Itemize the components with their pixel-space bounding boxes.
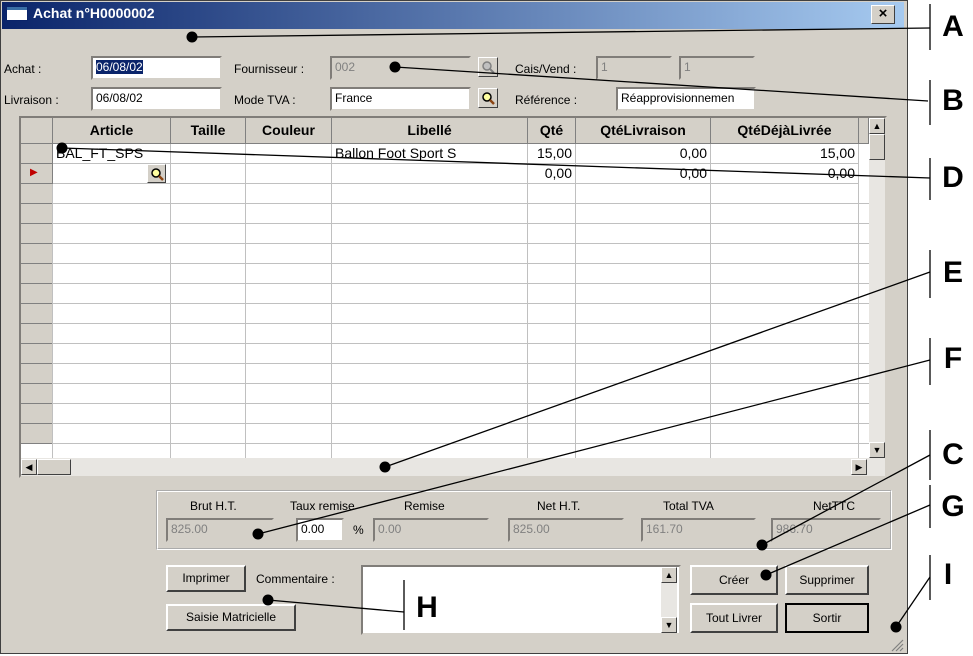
callout-dot-c — [756, 539, 768, 551]
callout-dot-b — [389, 61, 401, 73]
callout-dot-g — [760, 569, 772, 581]
callout-dot-e — [379, 461, 391, 473]
callout-leader-lines — [56, 4, 931, 633]
callout-dot-h — [262, 594, 274, 606]
callout-dot-i — [890, 621, 902, 633]
callout-dot-f — [252, 528, 264, 540]
callout-dot-a — [186, 31, 198, 43]
callout-dot-d — [56, 142, 68, 154]
